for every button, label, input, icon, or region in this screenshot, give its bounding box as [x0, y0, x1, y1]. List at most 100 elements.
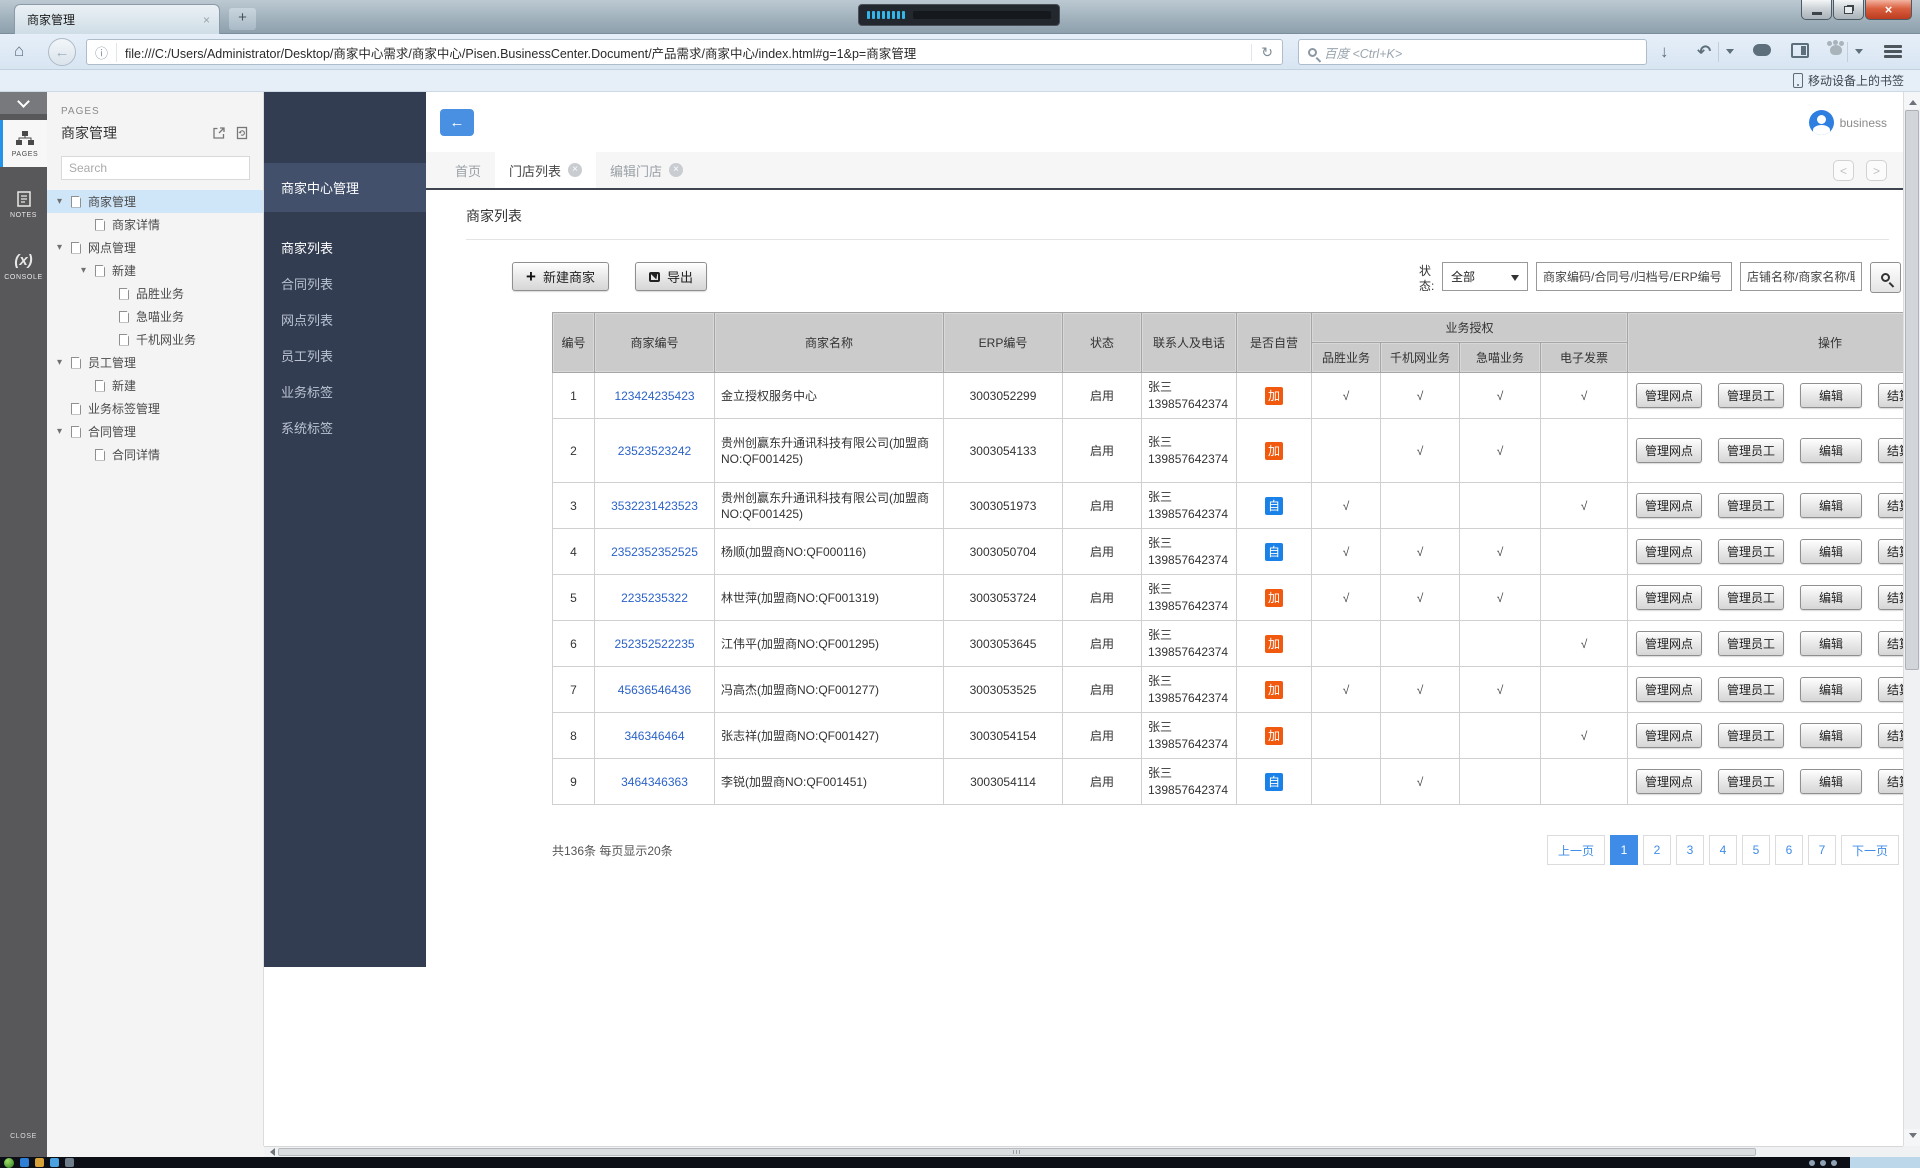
expand-arrow-icon[interactable]: ▾	[57, 357, 71, 368]
app-back-button[interactable]: ←	[440, 109, 474, 136]
manage-staff-button[interactable]: 管理员工	[1718, 631, 1784, 656]
site-info-icon[interactable]: ⓘ	[87, 43, 117, 62]
expand-arrow-icon[interactable]: ▾	[81, 265, 95, 276]
menu-icon[interactable]	[1884, 45, 1902, 59]
history-icon[interactable]: ↶	[1697, 42, 1711, 62]
pages-search-input[interactable]	[61, 156, 250, 180]
scroll-left-arrow-icon[interactable]	[264, 1147, 277, 1157]
vertical-scroll-thumb[interactable]	[1905, 110, 1919, 670]
sidebar-menu-item[interactable]: 业务标签	[264, 375, 426, 411]
reload-icon[interactable]: ↻	[1251, 44, 1282, 61]
manage-stores-button[interactable]: 管理网点	[1636, 539, 1702, 564]
taskbar-app-icon[interactable]	[50, 1158, 59, 1167]
manage-stores-button[interactable]: 管理网点	[1636, 631, 1702, 656]
start-orb-icon[interactable]	[4, 1158, 14, 1168]
edit-button[interactable]: 编辑	[1800, 723, 1862, 748]
restore-button[interactable]	[1833, 0, 1864, 20]
rail-item-console[interactable]: (x) CONSOLE	[0, 242, 47, 290]
search-box[interactable]: 百度 <Ctrl+K>	[1298, 39, 1647, 65]
merchant-code-link[interactable]: 23523523242	[618, 444, 691, 458]
edit-button[interactable]: 编辑	[1800, 631, 1862, 656]
sidebar-menu-item[interactable]: 合同列表	[264, 267, 426, 303]
app-tab[interactable]: 编辑门店×	[596, 152, 697, 188]
page-button[interactable]: 5	[1742, 835, 1770, 865]
sidebar-menu-item[interactable]: 网点列表	[264, 303, 426, 339]
url-bar[interactable]: ⓘ file:///C:/Users/Administrator/Desktop…	[86, 39, 1283, 65]
merchant-code-link[interactable]: 2352352352525	[611, 545, 698, 559]
edit-button[interactable]: 编辑	[1800, 438, 1862, 463]
edit-button[interactable]: 编辑	[1800, 383, 1862, 408]
page-button[interactable]: 1	[1610, 835, 1638, 865]
sync-pages-icon[interactable]	[235, 126, 249, 140]
manage-staff-button[interactable]: 管理员工	[1718, 723, 1784, 748]
tray-icon[interactable]	[1831, 1160, 1837, 1166]
manage-stores-button[interactable]: 管理网点	[1636, 493, 1702, 518]
windows-taskbar[interactable]	[0, 1157, 1920, 1168]
new-merchant-button[interactable]: + 新建商家	[512, 262, 609, 291]
manage-stores-button[interactable]: 管理网点	[1636, 383, 1702, 408]
manage-stores-button[interactable]: 管理网点	[1636, 585, 1702, 610]
rail-close-label[interactable]: CLOSE	[0, 1133, 47, 1140]
prev-page-button[interactable]: 上一页	[1547, 835, 1605, 865]
page-button[interactable]: 7	[1808, 835, 1836, 865]
taskbar-app-icon[interactable]	[20, 1158, 29, 1167]
tree-item[interactable]: ▾商家管理	[47, 190, 263, 213]
scroll-down-arrow-icon[interactable]	[1904, 1129, 1920, 1146]
user-box[interactable]: business	[1809, 110, 1887, 135]
minimize-button[interactable]	[1801, 0, 1832, 20]
tray-icon[interactable]	[1820, 1160, 1826, 1166]
page-button[interactable]: 6	[1775, 835, 1803, 865]
manage-staff-button[interactable]: 管理员工	[1718, 493, 1784, 518]
manage-staff-button[interactable]: 管理员工	[1718, 769, 1784, 794]
merchant-code-link[interactable]: 2235235322	[621, 591, 688, 605]
tree-item[interactable]: 合同详情	[47, 443, 263, 466]
merchant-code-link[interactable]: 45636546436	[618, 683, 691, 697]
tab-scroll-left-button[interactable]: <	[1833, 160, 1854, 181]
manage-stores-button[interactable]: 管理网点	[1636, 723, 1702, 748]
tab-close-icon[interactable]: ×	[568, 163, 582, 177]
merchant-code-link[interactable]: 252352522235	[614, 637, 694, 651]
home-icon[interactable]: ⌂	[14, 41, 24, 61]
system-tray[interactable]	[1809, 1157, 1920, 1168]
edit-button[interactable]: 编辑	[1800, 585, 1862, 610]
filter-search-button[interactable]	[1870, 262, 1901, 293]
new-tab-button[interactable]: +	[229, 8, 256, 30]
manage-stores-button[interactable]: 管理网点	[1636, 677, 1702, 702]
merchant-code-link[interactable]: 123424235423	[614, 389, 694, 403]
browser-tab-close-icon[interactable]: ×	[203, 14, 210, 26]
page-button[interactable]: 3	[1676, 835, 1704, 865]
tab-scroll-right-button[interactable]: >	[1866, 160, 1887, 181]
edit-button[interactable]: 编辑	[1800, 769, 1862, 794]
taskbar-app-icon[interactable]	[65, 1158, 74, 1167]
sidebar-menu-item[interactable]: 商家列表	[264, 231, 426, 267]
taskbar-clock[interactable]	[1850, 1157, 1920, 1168]
manage-staff-button[interactable]: 管理员工	[1718, 383, 1784, 408]
horizontal-scrollbar[interactable]	[264, 1146, 1903, 1157]
rail-item-notes[interactable]: NOTES	[0, 181, 47, 228]
status-select[interactable]: 全部	[1442, 262, 1528, 291]
tab-close-icon[interactable]: ×	[669, 163, 683, 177]
store-name-input[interactable]	[1740, 262, 1862, 291]
tree-item[interactable]: ▾合同管理	[47, 420, 263, 443]
manage-staff-button[interactable]: 管理员工	[1718, 438, 1784, 463]
app-tab[interactable]: 首页	[441, 152, 495, 188]
history-caret-icon[interactable]	[1726, 49, 1734, 58]
scroll-up-arrow-icon[interactable]	[1904, 92, 1920, 109]
tree-item[interactable]: 业务标签管理	[47, 397, 263, 420]
merchant-code-link[interactable]: 346346464	[624, 729, 684, 743]
manage-stores-button[interactable]: 管理网点	[1636, 769, 1702, 794]
rail-item-pages[interactable]: PAGES	[0, 120, 47, 167]
manage-stores-button[interactable]: 管理网点	[1636, 438, 1702, 463]
expand-arrow-icon[interactable]: ▾	[57, 242, 71, 253]
merchant-code-link[interactable]: 3464346363	[621, 775, 688, 789]
manage-staff-button[interactable]: 管理员工	[1718, 585, 1784, 610]
sidebar-menu-item[interactable]: 系统标签	[264, 411, 426, 447]
sidebar-menu-item[interactable]: 员工列表	[264, 339, 426, 375]
plugin-icon[interactable]	[1830, 45, 1842, 55]
mobile-bookmarks[interactable]: 移动设备上的书签	[1793, 72, 1904, 89]
sidebar-toggle-icon[interactable]	[1791, 43, 1809, 58]
chat-icon[interactable]	[1753, 44, 1771, 56]
titlebar-plugin-widget[interactable]	[858, 4, 1060, 26]
export-button[interactable]: 导出	[635, 262, 707, 291]
tree-item[interactable]: ▾网点管理	[47, 236, 263, 259]
